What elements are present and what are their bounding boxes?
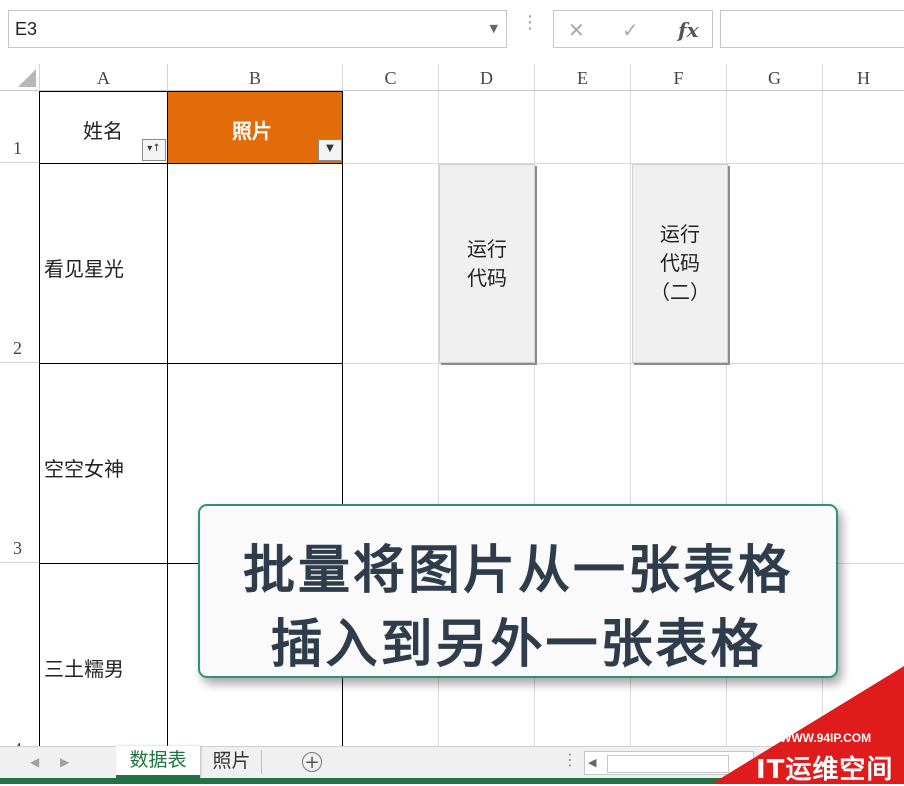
- column-header-b[interactable]: B: [168, 64, 343, 91]
- column-header-d[interactable]: D: [439, 64, 535, 91]
- row-header-1[interactable]: 1: [0, 91, 40, 163]
- scroll-left-icon[interactable]: ◀: [30, 755, 39, 769]
- formula-tools: ✕ ✓ fx: [553, 10, 713, 48]
- name-box-value: E3: [15, 19, 38, 39]
- add-sheet-icon[interactable]: +: [302, 752, 322, 772]
- name-box[interactable]: E3 ▼: [8, 10, 507, 48]
- column-header-h[interactable]: H: [823, 64, 904, 91]
- insert-function-icon[interactable]: fx: [678, 18, 699, 42]
- row-header-3[interactable]: 3: [0, 363, 40, 563]
- tab-splitter-icon[interactable]: ⋮: [562, 750, 578, 769]
- filter-sort-icon[interactable]: ▾↑: [142, 139, 166, 161]
- name-cell[interactable]: 三土糯男: [44, 653, 124, 682]
- sheet-tab-photo[interactable]: 照片: [202, 750, 262, 774]
- formula-bar-grip-icon[interactable]: ⋮: [521, 14, 539, 32]
- watermark-name: IT运维空间: [756, 755, 894, 785]
- name-cell[interactable]: 看见星光: [44, 253, 124, 282]
- column-header-e[interactable]: E: [535, 64, 631, 91]
- select-all-corner[interactable]: [0, 64, 40, 91]
- scroll-left-arrow-icon[interactable]: ◀: [588, 756, 596, 769]
- caption-line-2: 插入到另外一张表格: [270, 615, 766, 675]
- scroll-right-icon[interactable]: ▶: [60, 755, 69, 769]
- header-cell-name[interactable]: 姓名 ▾↑: [40, 91, 168, 163]
- column-header-f[interactable]: F: [631, 64, 727, 91]
- horizontal-scrollbar[interactable]: ◀: [584, 751, 754, 775]
- cancel-icon[interactable]: ✕: [568, 18, 585, 42]
- column-header-c[interactable]: C: [343, 64, 439, 91]
- chevron-down-icon[interactable]: ▼: [490, 22, 498, 35]
- column-header-a[interactable]: A: [40, 64, 168, 91]
- row-header-2[interactable]: 2: [0, 163, 40, 363]
- watermark-url: WWW.94IP.COM: [780, 731, 872, 745]
- caption-overlay: 批量将图片从一张表格 插入到另外一张表格: [198, 504, 838, 678]
- run-code-2-button[interactable]: 运行 代码 （二）: [632, 164, 728, 363]
- sheet-tab-data[interactable]: 数据表: [116, 746, 200, 778]
- row-header-4[interactable]: 4: [0, 563, 40, 759]
- formula-input[interactable]: [720, 10, 904, 48]
- filter-dropdown-icon[interactable]: ▼: [318, 139, 342, 161]
- column-header-g[interactable]: G: [727, 64, 823, 91]
- header-cell-photo[interactable]: 照片 ▼: [168, 91, 343, 163]
- name-cell[interactable]: 空空女神: [44, 453, 124, 482]
- caption-line-1: 批量将图片从一张表格: [242, 541, 793, 601]
- enter-icon[interactable]: ✓: [622, 18, 639, 42]
- scrollbar-thumb[interactable]: [607, 755, 729, 773]
- run-code-button[interactable]: 运行 代码: [439, 164, 535, 363]
